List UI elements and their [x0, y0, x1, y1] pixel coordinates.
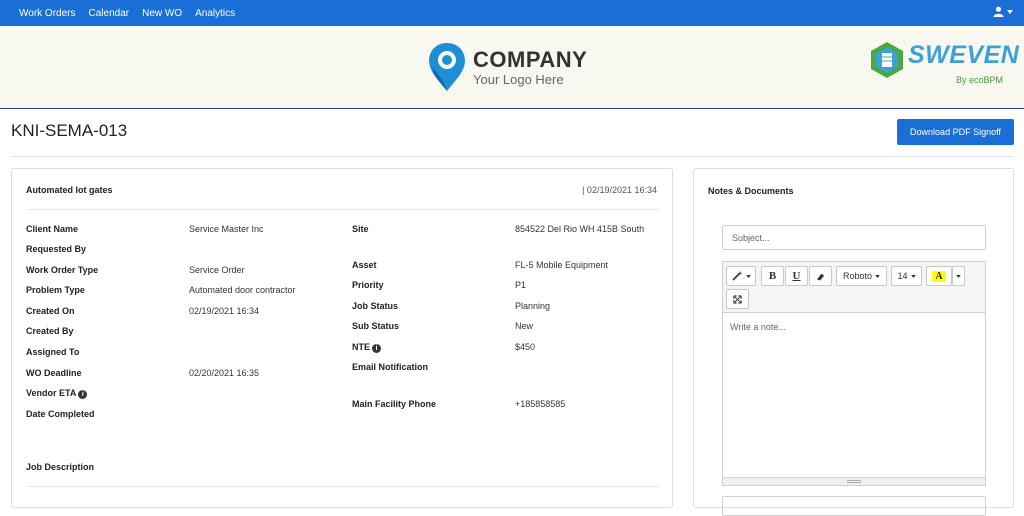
download-pdf-signoff-button[interactable]: Download PDF Signoff	[897, 119, 1014, 145]
user-icon	[993, 6, 1004, 17]
notes-title: Notes & Documents	[708, 186, 794, 196]
caret-down-icon	[910, 274, 916, 278]
caret-down-icon	[956, 274, 961, 278]
location-pin-icon	[429, 43, 465, 91]
nav-calendar[interactable]: Calendar	[89, 8, 130, 19]
caret-down-icon	[745, 274, 751, 278]
top-navbar: Work Orders Calendar New WO Analytics	[0, 0, 1024, 26]
brand-banner: COMPANY Your Logo Here SWEVEN By ecoBPM	[0, 26, 1024, 109]
header-divider	[11, 156, 1014, 157]
main-facility-phone-label: Main Facility Phone	[352, 399, 437, 409]
job-status-value: Planning	[515, 301, 551, 311]
highlight-color-dropdown[interactable]	[952, 266, 965, 286]
vendor-eta-label: Vendor ETA	[26, 388, 77, 398]
client-name-label: Client Name	[26, 224, 79, 234]
job-description-divider	[26, 486, 659, 487]
created-by-label: Created By	[26, 326, 74, 336]
vendor-eta-field: Vendor ETA i	[26, 388, 88, 399]
problem-type-value: Automated door contractor	[189, 285, 296, 295]
card-divider	[26, 209, 659, 210]
note-editor: B U Roboto 14 A Write a note...	[722, 261, 986, 486]
sub-status-label: Sub Status	[352, 321, 400, 331]
nav-work-orders[interactable]: Work Orders	[19, 8, 76, 19]
font-size-dropdown[interactable]: 14	[891, 266, 922, 286]
bold-button[interactable]: B	[761, 266, 784, 286]
priority-label: Priority	[352, 280, 384, 290]
font-family-value: Roboto	[842, 271, 873, 281]
user-menu[interactable]	[993, 6, 1013, 17]
info-icon[interactable]: i	[78, 390, 88, 399]
font-size-value: 14	[897, 271, 908, 281]
created-on-value: 02/19/2021 16:34	[189, 306, 260, 316]
asset-value: FL-5 Mobile Equipment	[515, 260, 609, 270]
notes-documents-card: Notes & Documents B U Roboto	[693, 168, 1014, 516]
font-family-dropdown[interactable]: Roboto	[836, 266, 887, 286]
client-name-value: Service Master Inc	[189, 224, 264, 234]
requested-by-label: Requested By	[26, 244, 87, 254]
fullscreen-icon	[733, 294, 742, 304]
note-body-placeholder[interactable]: Write a note...	[730, 322, 786, 332]
highlight-color-icon: A	[932, 270, 946, 282]
attachments-box[interactable]	[722, 496, 986, 516]
page-title: KNI-SEMA-013	[11, 121, 128, 140]
priority-value: P1	[515, 280, 527, 290]
fullscreen-button[interactable]	[726, 289, 749, 309]
nav-new-wo[interactable]: New WO	[142, 8, 182, 19]
job-status-label: Job Status	[352, 301, 399, 311]
wo-deadline-value: 02/20/2021 16:35	[189, 368, 260, 378]
wo-deadline-label: WO Deadline	[26, 368, 82, 378]
resize-grip-icon	[847, 480, 861, 483]
site-value: 854522 Del Rio WH 415B South	[515, 224, 645, 234]
sub-status-value: New	[515, 321, 534, 331]
site-label: Site	[352, 224, 369, 234]
work-order-details-card: Automated lot gates | 02/19/2021 16:34 C…	[11, 168, 673, 508]
nte-value: $450	[515, 342, 536, 352]
style-dropdown-button[interactable]	[726, 266, 756, 286]
problem-type-label: Problem Type	[26, 285, 85, 295]
work-order-title: Automated lot gates	[26, 185, 113, 195]
job-description-label: Job Description	[26, 462, 95, 472]
date-completed-label: Date Completed	[26, 409, 95, 419]
hexagon-icon	[871, 42, 903, 78]
main-facility-phone-value: +185858585	[515, 399, 566, 409]
work-order-type-label: Work Order Type	[26, 265, 99, 275]
nav-analytics[interactable]: Analytics	[195, 8, 235, 19]
caret-down-icon	[1007, 9, 1013, 14]
company-name: COMPANY	[473, 46, 588, 72]
work-order-type-value: Service Order	[189, 265, 245, 275]
subject-input[interactable]	[722, 225, 986, 250]
caret-down-icon	[875, 274, 880, 278]
nte-field: NTE i	[352, 342, 381, 353]
editor-toolbar: B U Roboto 14 A	[723, 262, 985, 313]
work-order-date: | 02/19/2021 16:34	[582, 185, 657, 195]
nte-label: NTE	[352, 342, 370, 352]
clear-format-button[interactable]	[809, 266, 832, 286]
company-logo: COMPANY Your Logo Here	[427, 41, 587, 93]
underline-button[interactable]: U	[785, 266, 808, 286]
email-notification-label: Email Notification	[352, 362, 429, 372]
info-icon[interactable]: i	[372, 344, 381, 353]
magic-wand-icon	[731, 271, 742, 281]
sweven-name: SWEVEN	[908, 41, 1020, 69]
assigned-to-label: Assigned To	[26, 347, 80, 357]
company-tagline: Your Logo Here	[473, 71, 564, 87]
created-on-label: Created On	[26, 306, 75, 316]
sweven-by: By ecoBPM	[956, 75, 1004, 85]
highlight-color-button[interactable]: A	[926, 266, 952, 286]
editor-resize-handle[interactable]	[723, 477, 985, 485]
asset-label: Asset	[352, 260, 377, 270]
sweven-logo: SWEVEN By ecoBPM	[870, 39, 1019, 89]
eraser-icon	[816, 273, 825, 281]
